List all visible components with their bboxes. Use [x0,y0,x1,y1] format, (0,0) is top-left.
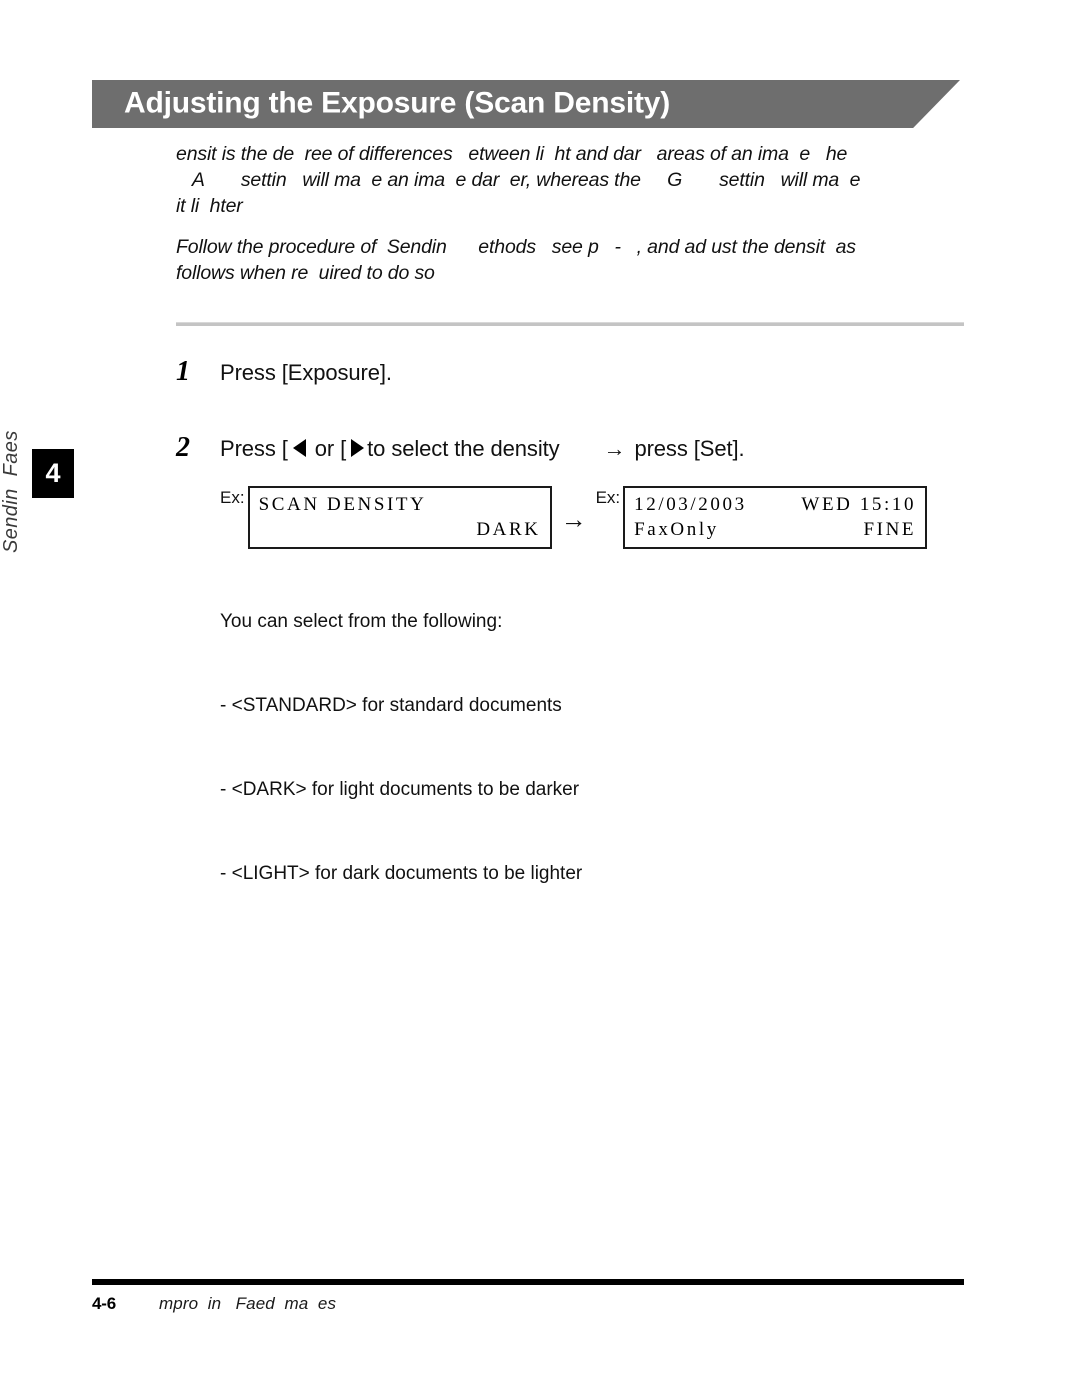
notes-intro-line: You can select from the following: [220,611,503,632]
notes-item-standard: - <STANDARD> for standard documents [220,695,562,716]
lcd-example-row: Ex: SCAN DENSITY DARK → Ex: 12/03/2003 W… [220,486,928,549]
arrow-right-icon [351,439,365,457]
lcd-after-line-2-left: FaxOnly [634,519,719,540]
notes-item-dark: - <DARK> for light documents to be darke… [220,779,580,800]
step-2-text: Press [ or [ to select the density → press … [220,436,745,462]
lcd-before-line-1: SCAN DENSITY [259,492,541,517]
step-2-text-tail: press [Set]. [634,436,745,461]
step-2-text-lead: Press [ [220,436,288,461]
footer-rule [92,1279,964,1285]
lcd-display-before: SCAN DENSITY DARK [247,486,552,549]
step-2-text-after: to select the density [367,436,560,461]
intro-paragraph-2: Follow the procedure of Sendin ethods se… [176,236,856,284]
ex-label-before: Ex: [220,488,245,507]
step-1: 1 Press [Exposure]. [176,356,976,388]
lcd-before-line-2-right: DARK [476,519,541,540]
step-2-transition-arrow-icon: → [603,436,626,461]
page-title-banner: Adjusting the Exposure (Scan Density) [92,80,960,128]
lcd-before-line-2: DARK [259,517,541,542]
step-2-number: 2 [176,432,190,463]
lcd-before-line-1-left: SCAN DENSITY [258,494,427,515]
footer: 4-6 mpro in Faed ma es [92,1294,964,1314]
ex-label-after: Ex: [595,488,621,507]
lcd-transition-arrow-icon: → [560,504,587,534]
footer-chapter-title: mpro in Faed ma es [159,1294,337,1313]
lcd-after-line-1-left: 12/03/2003 [634,494,747,515]
lcd-after-line-1-right: WED 15:10 [801,494,917,515]
lcd-after-line-2-right: FINE [863,519,917,540]
footer-page-number: 4-6 [92,1294,116,1313]
chapter-tab-number: 4 [32,449,74,498]
chapter-tab-label: Sendin Faes [0,430,22,553]
arrow-left-icon [292,439,306,457]
step-2-text-mid: or [ [308,436,347,461]
document-page: Adjusting the Exposure (Scan Density) 4 … [0,0,1080,1388]
intro-paragraph-1: ensit is the de ree of differences etwee… [176,143,861,217]
page-title: Adjusting the Exposure (Scan Density) [124,86,671,120]
notes-block: You can select from the following: - <ST… [220,552,920,944]
notes-item-light: - <LIGHT> for dark documents to be light… [220,863,583,884]
lcd-display-after: 12/03/2003 WED 15:10 FaxOnly FINE [623,486,928,549]
section-divider [176,322,964,326]
step-1-text: Press [Exposure]. [220,360,392,385]
lcd-after-line-2: FaxOnly FINE [634,517,916,542]
step-1-number: 1 [176,356,190,387]
lcd-after-line-1: 12/03/2003 WED 15:10 [634,492,916,517]
step-2: 2 Press [ or [ to select the density → pres… [176,432,976,464]
